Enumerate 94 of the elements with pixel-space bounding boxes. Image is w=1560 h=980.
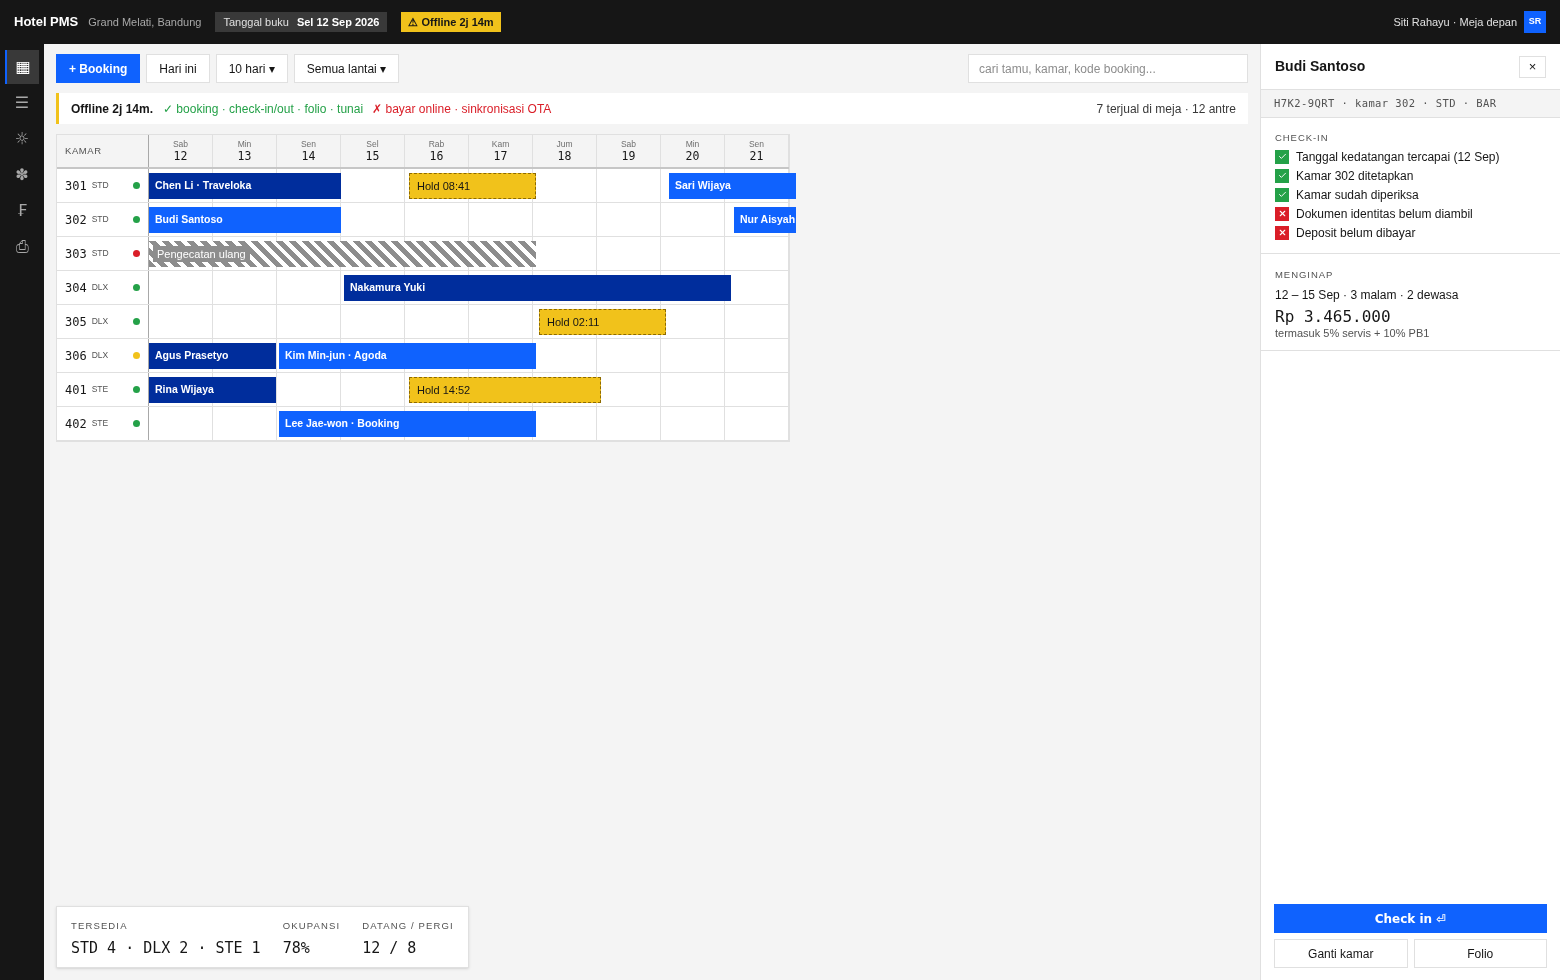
day-number: 15 [365, 149, 380, 163]
hold-bar[interactable]: Hold 02:11 [539, 309, 666, 335]
day-number: 12 [173, 149, 188, 163]
room-number: 304 [65, 279, 87, 297]
weekday-label: Sen [300, 139, 317, 149]
close-button[interactable]: × [1519, 55, 1546, 78]
booking-bar[interactable]: Lee Jae-won · Booking [279, 411, 536, 437]
room-type: STD [91, 213, 109, 226]
checklist-item: Tanggal kedatangan tercapai (12 Sep) [1296, 148, 1500, 166]
nav-button[interactable]: ₣ [5, 194, 39, 228]
checkin-button[interactable]: Check in ⏎ [1274, 904, 1547, 933]
checklist-item: Dokumen identitas belum diambil [1296, 205, 1473, 223]
booking-bar[interactable]: Budi Santoso [149, 207, 341, 233]
business-date-label: Tanggal buku [223, 14, 289, 30]
booking-bar[interactable]: Nakamura Yuki [344, 275, 731, 301]
room-number: 302 [65, 211, 87, 229]
day-number: 21 [749, 149, 764, 163]
day-number: 16 [429, 149, 444, 163]
room-type: STE [91, 383, 109, 396]
tax-note: termasuk 5% servis + 10% PB1 [1275, 326, 1430, 340]
unavailable-features: ✗ bayar online · sinkronisasi OTA [372, 100, 552, 118]
maintenance-label: Pengecatan ulang [153, 246, 250, 262]
room-number: 401 [65, 381, 87, 399]
section-title: CHECK-IN [1275, 132, 1329, 144]
room-type: STD [91, 179, 109, 192]
room-type: DLX [91, 315, 109, 328]
booking-bar[interactable]: Kim Min-jun · Agoda [279, 343, 536, 369]
weekday-label: Sel [366, 139, 379, 149]
stat-value: STD 4 · DLX 2 · STE 1 [71, 937, 261, 959]
room-type: STD [91, 247, 109, 260]
room-number: 306 [65, 347, 87, 365]
booking-bar[interactable]: Sari Wijaya [669, 173, 796, 199]
stat-label: TERSEDIA [71, 919, 128, 934]
room-type: DLX [91, 281, 109, 294]
section-title: MENGINAP [1275, 269, 1334, 281]
checklist-item: Deposit belum dibayar [1296, 224, 1416, 242]
toolbar-button[interactable]: + Booking [56, 54, 141, 83]
day-number: 19 [621, 149, 636, 163]
property-name: Grand Melati, Bandung [88, 14, 202, 30]
weekday-label: Sab [620, 139, 637, 149]
day-number: 20 [685, 149, 700, 163]
room-number: 301 [65, 177, 87, 195]
panel-action-button[interactable]: Folio [1413, 939, 1547, 968]
available-features: ✓ booking · check-in/out · folio · tunai [163, 100, 364, 118]
stat-label: OKUPANSI [282, 919, 341, 934]
day-number: 17 [493, 149, 508, 163]
room-column-header: KAMAR [65, 143, 102, 158]
panel-action-button[interactable]: Ganti kamar [1274, 939, 1408, 968]
room-number: 402 [65, 415, 87, 433]
hold-bar[interactable]: Hold 14:52 [409, 377, 601, 403]
business-date-value: Sel 12 Sep 2026 [296, 14, 380, 30]
booking-reference: H7K2-9QRT · kamar 302 · STD · BAR [1274, 95, 1497, 111]
weekday-label: Min [237, 139, 252, 149]
room-number: 303 [65, 245, 87, 263]
room-type: DLX [91, 349, 109, 362]
day-number: 14 [301, 149, 316, 163]
day-number: 13 [237, 149, 252, 163]
offline-badge: ⚠ Offline 2j 14m [401, 12, 501, 32]
toolbar-button[interactable]: Hari ini [146, 54, 210, 83]
stat-value: 12 / 8 [362, 937, 417, 959]
booking-bar[interactable]: Nur Aisyah [734, 207, 796, 233]
hold-bar[interactable]: Hold 08:41 [409, 173, 536, 199]
room-type: STE [91, 417, 109, 430]
weekday-label: Rab [428, 139, 445, 149]
toolbar-button[interactable]: Semua lantai ▾ [293, 54, 400, 83]
weekday-label: Min [685, 139, 700, 149]
nav-button[interactable]: ▦ [5, 50, 39, 84]
weekday-label: Kam [491, 139, 510, 149]
user-info: Siti Rahayu · Meja depan [1393, 14, 1517, 30]
nav-button[interactable]: ☰ [5, 86, 39, 120]
booking-bar[interactable]: Chen Li · Traveloka [149, 173, 341, 199]
user-avatar[interactable]: SR [1524, 11, 1546, 33]
room-number: 305 [65, 313, 87, 331]
booking-bar[interactable]: Agus Prasetyo [149, 343, 276, 369]
weekday-label: Sen [748, 139, 765, 149]
queue-info: 7 terjual di meja · 12 antre [1096, 100, 1236, 118]
weekday-label: Jum [556, 139, 573, 149]
checklist-item: Kamar sudah diperiksa [1296, 186, 1419, 204]
booking-bar[interactable]: Rina Wijaya [149, 377, 276, 403]
stat-value: 78% [282, 937, 310, 959]
stay-total: Rp 3.465.000 [1275, 307, 1391, 326]
guest-name: Budi Santoso [1275, 57, 1366, 76]
toolbar-button[interactable]: 10 hari ▾ [215, 54, 288, 83]
search-field[interactable]: cari tamu, kamar, kode booking... [968, 54, 1248, 83]
app-title: Hotel PMS [14, 13, 79, 32]
banner-title: Offline 2j 14m. [71, 100, 154, 118]
checklist-item: Kamar 302 ditetapkan [1296, 167, 1414, 185]
stay-summary: 12 – 15 Sep · 3 malam · 2 dewasa [1275, 287, 1459, 303]
weekday-label: Sab [172, 139, 189, 149]
stat-label: DATANG / PERGI [362, 919, 454, 934]
day-number: 18 [557, 149, 572, 163]
nav-button[interactable]: ⎙ [5, 230, 39, 264]
nav-button[interactable]: ✽ [5, 158, 39, 192]
nav-button[interactable]: ☼ [5, 122, 39, 156]
